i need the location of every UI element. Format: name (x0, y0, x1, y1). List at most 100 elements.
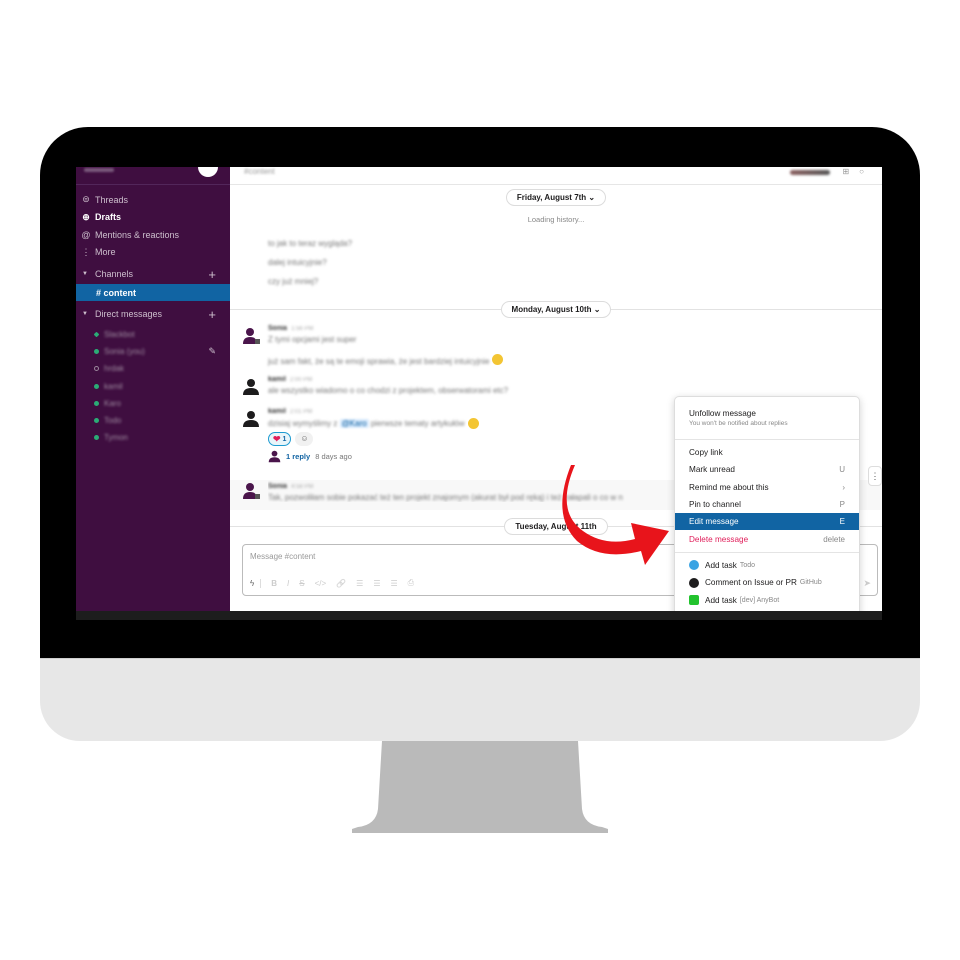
menu-item-pin[interactable]: Pin to channel P (675, 496, 859, 513)
compose-button[interactable] (198, 167, 218, 177)
dm-name: Slackbot (104, 330, 135, 340)
italic-icon[interactable]: I (287, 579, 289, 588)
channels-label: Channels (94, 269, 133, 279)
message-time[interactable]: 2:01 PM (290, 409, 312, 415)
message-time[interactable]: 1:56 PM (291, 326, 313, 332)
message[interactable]: Sonia 1:56 PM Z tymi opcjami jest super j… (242, 325, 870, 369)
message[interactable]: kamil 2:00 PM ale wszystko wiadomo o co c… (242, 376, 870, 395)
bold-icon[interactable]: B (271, 579, 277, 588)
avatar[interactable] (242, 482, 260, 500)
menu-item-app: GitHub (799, 579, 822, 587)
reply-count-link[interactable]: 1 reply (286, 452, 310, 461)
code-block-icon[interactable]: ⎙ (408, 578, 414, 588)
message-author[interactable]: Sonia (268, 483, 287, 490)
code-icon[interactable]: </> (315, 579, 327, 588)
menu-item-edit-message[interactable]: Edit message E (675, 513, 859, 531)
sidebar-item-drafts[interactable]: ⊕ Drafts (76, 209, 230, 227)
menu-item-label: Edit message (689, 517, 739, 527)
sidebar-item-more[interactable]: ⋮ More (76, 244, 230, 262)
date-divider: Friday, August 7th ⌄ (230, 188, 882, 206)
menu-item-label: Pin to channel (689, 500, 741, 510)
message-time[interactable]: 4:58 PM (291, 484, 313, 490)
message-author[interactable]: kamil (268, 408, 286, 415)
dm-item[interactable]: Todo (76, 412, 230, 429)
menu-item-label: Delete message (689, 534, 749, 544)
avatar (268, 450, 281, 463)
chevron-right-icon: › (842, 482, 845, 492)
dm-item[interactable]: kamil (76, 378, 230, 395)
add-dm-icon[interactable]: + (208, 307, 216, 322)
message-text: pierwsze tematy artykułów (368, 418, 465, 428)
shortcuts-icon[interactable]: ϟ (250, 578, 262, 588)
github-icon (689, 577, 699, 588)
anybot-icon (689, 595, 699, 606)
menu-item-add-task-todo[interactable]: Add task Todo (675, 557, 859, 574)
caret-down-icon: ▼ (82, 311, 88, 317)
more-actions-button[interactable]: ⋮ (868, 466, 882, 486)
sidebar-item-mentions[interactable]: @ Mentions & reactions (76, 226, 230, 244)
numbered-list-icon[interactable]: ☰ (356, 579, 363, 588)
menu-item-shortcut: E (839, 517, 845, 527)
send-icon[interactable]: ➤ (863, 578, 871, 589)
dm-item[interactable]: Sonia (you) ✎ (76, 343, 230, 360)
dm-name: kamil (104, 381, 123, 391)
link-icon[interactable]: 🔗 (336, 579, 346, 588)
channels-section[interactable]: ▼ Channels + (76, 264, 230, 284)
quote-icon[interactable]: ☰ (390, 579, 397, 588)
strikethrough-icon[interactable]: S (299, 579, 304, 588)
menu-item-remind-me[interactable]: Remind me about this › (675, 479, 859, 496)
message-line: dalej intuicyjnie? (268, 258, 327, 267)
avatar[interactable] (242, 378, 260, 396)
sidebar: ⊜ Threads ⊕ Drafts @ Mentions & reaction… (76, 167, 230, 611)
message-input[interactable]: Message #content (250, 552, 315, 561)
menu-item-label: Remind me about this (689, 482, 769, 492)
reaction-heart[interactable]: ❤ 1 (268, 432, 292, 446)
format-toolbar: ϟ B I S </> 🔗 ☰ ☰ ☰ ⎙ (250, 578, 414, 588)
message-time[interactable]: 2:00 PM (290, 377, 312, 383)
add-reaction-icon[interactable]: ☺ (295, 432, 314, 446)
dm-name: Karo (104, 398, 121, 408)
add-channel-icon[interactable]: + (208, 267, 216, 282)
user-mention[interactable]: @Karo (339, 418, 369, 428)
message-text: dzisiaj wymyślimy z (268, 418, 340, 428)
menu-item-delete-message[interactable]: Delete message delete (675, 530, 859, 547)
dm-item[interactable]: Tymon (76, 429, 230, 446)
sidebar-channel-content[interactable]: # content (76, 284, 230, 301)
menu-item-shortcut: P (839, 500, 845, 510)
avatar[interactable] (242, 327, 260, 345)
sidebar-item-label: More (95, 247, 116, 258)
menu-item-unfollow[interactable]: Unfollow message You won't be notified a… (675, 401, 859, 435)
threads-icon: ⊜ (82, 194, 90, 205)
direct-messages-label: Direct messages (94, 309, 162, 319)
pencil-icon[interactable]: ✎ (208, 346, 216, 357)
message-author[interactable]: Sonia (268, 325, 287, 332)
message-author[interactable]: kamil (268, 376, 286, 383)
menu-item-label: Copy link (689, 448, 723, 458)
menu-item-github-comment[interactable]: Comment on Issue or PR GitHub (675, 574, 859, 591)
menu-item-add-task-anybot[interactable]: Add task [dev] AnyBot (675, 591, 859, 608)
sidebar-item-threads[interactable]: ⊜ Threads (76, 191, 230, 209)
workspace-name[interactable] (84, 168, 114, 172)
dm-item[interactable]: hrdak (76, 360, 230, 377)
dm-item[interactable]: Slackbot (76, 326, 230, 343)
date-pill[interactable]: Friday, August 7th ⌄ (505, 188, 607, 206)
presence-icon (94, 418, 99, 424)
bulleted-list-icon[interactable]: ☰ (373, 579, 380, 588)
header-icons[interactable]: ⊞○ (842, 167, 874, 176)
menu-item-app: [dev] AnyBot (739, 596, 780, 604)
date-pill[interactable]: Monday, August 10th ⌄ (500, 300, 612, 318)
menu-item-copy-link[interactable]: Copy link (675, 444, 859, 461)
at-icon: @ (81, 229, 91, 240)
channel-title[interactable]: #content (244, 167, 275, 176)
member-avatars[interactable] (790, 170, 830, 175)
avatar[interactable] (242, 410, 260, 428)
presence-icon (93, 331, 100, 338)
message-line: to jak to teraz wygląda? (268, 239, 353, 248)
menu-item-mark-unread[interactable]: Mark unread U (675, 461, 859, 478)
dm-item[interactable]: Karo (76, 395, 230, 412)
caret-down-icon: ▼ (82, 271, 88, 277)
menu-item-label: Mark unread (689, 465, 735, 475)
monitor-chin (40, 658, 920, 741)
menu-item-shortcut: U (839, 465, 845, 475)
direct-messages-section[interactable]: ▼ Direct messages + (76, 304, 230, 324)
